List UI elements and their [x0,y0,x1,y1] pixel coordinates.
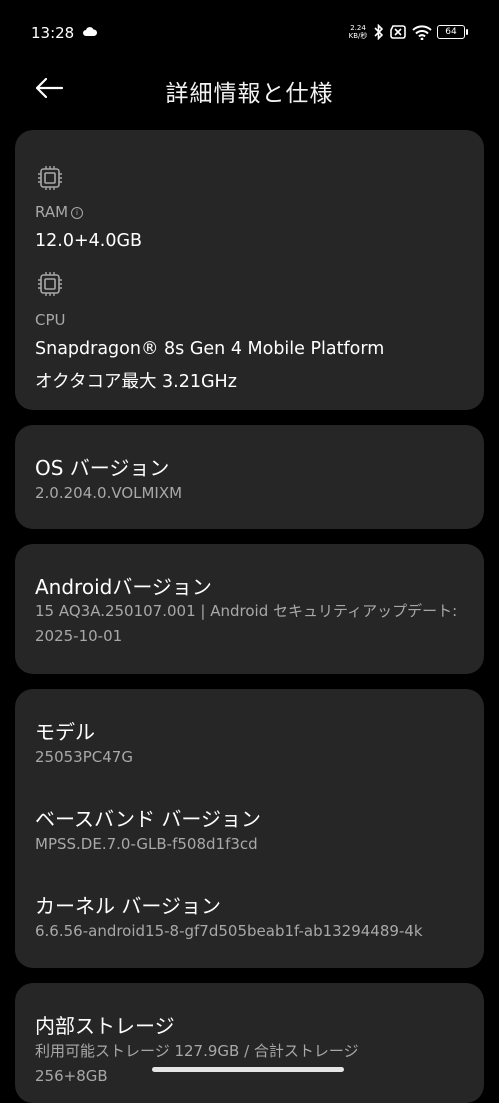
info-icon[interactable]: i [71,207,84,219]
storage-title: 内部ストレージ [35,1014,175,1038]
ram-label: RAM i [35,203,84,221]
ram-label-text: RAM [35,203,69,221]
baseband-title: ベースバンド バージョン [35,807,261,831]
baseband-value: MPSS.DE.7.0-GLB-f508d1f3cd [35,835,258,853]
status-bar: 13:28 2.24 KB/秒 64 [0,0,499,62]
os-version-value: 2.0.204.0.VOLMIXM [35,484,183,502]
network-speed-unit: KB/秒 [348,32,368,40]
storage-value: 利用可能ストレージ 127.9GB / 合計ストレージ 256+8GB [35,1042,359,1085]
android-version-value: 15 AQ3A.250107.001 | Android セキュリティアップデー… [35,602,458,645]
cloud-icon [83,27,97,36]
model-title: モデル [35,720,95,744]
chip-icon [38,166,62,190]
bluetooth-icon [374,24,384,40]
cpu-value-line2: オクタコア最大 3.21GHz [35,372,237,392]
home-indicator[interactable] [152,1067,344,1072]
cpu-value-line1: Snapdragon® 8s Gen 4 Mobile Platform [35,339,385,359]
battery-icon: 64 [437,25,468,39]
kernel-value: 6.6.56-android15-8-gf7d505beab1f-ab13294… [35,922,423,940]
network-speed-value: 2.24 [350,24,366,32]
status-time: 13:28 [31,24,75,42]
cpu-label: CPU [35,311,66,329]
model-value: 25053PC47G [35,748,133,766]
page-title: 詳細情報と仕様 [165,81,334,107]
app-header: 詳細情報と仕様 [0,62,499,116]
os-version-title: OS バージョン [35,456,170,480]
no-sim-icon [390,25,406,39]
network-speed: 2.24 KB/秒 [347,24,369,40]
status-icons: 2.24 KB/秒 64 [347,22,468,42]
wifi-icon [412,24,432,40]
chip-icon [38,272,62,296]
android-version-title: Androidバージョン [35,575,212,599]
ram-value: 12.0+4.0GB [35,231,143,251]
kernel-title: カーネル バージョン [35,894,221,918]
